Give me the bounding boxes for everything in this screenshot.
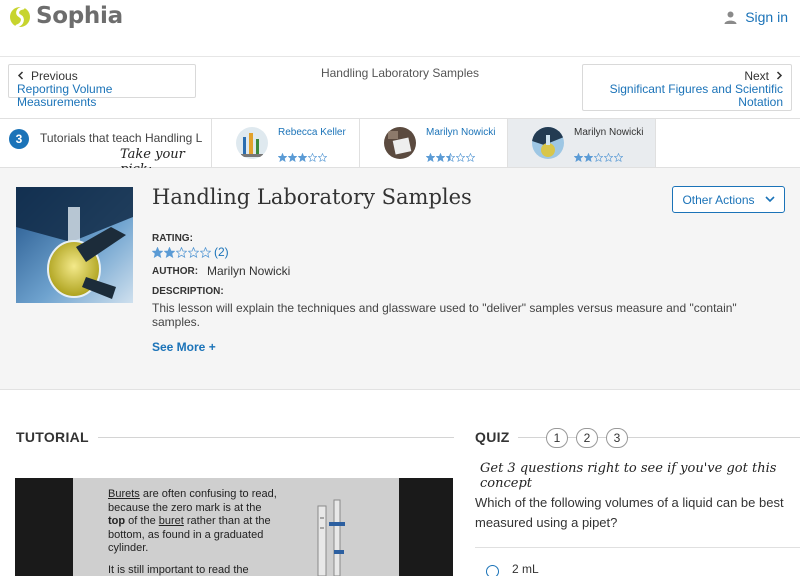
tutorial-thumbnail — [236, 127, 268, 159]
slide-word-buret: buret — [158, 515, 184, 527]
answer-radio[interactable] — [486, 565, 499, 576]
star-icon — [426, 153, 435, 162]
quiz-question: Which of the following volumes of a liqu… — [475, 495, 784, 530]
tutorial-author: Rebecca Keller — [278, 127, 346, 138]
tutorial-thumbnail — [532, 127, 564, 159]
tutorial-heading: TUTORIAL — [16, 429, 89, 445]
star-icon — [574, 153, 583, 162]
star-icon — [278, 153, 287, 162]
next-row: Next — [591, 69, 783, 83]
star-icon — [308, 153, 317, 162]
previous-title: Reporting Volume Measurements — [17, 82, 113, 109]
site-header: Sophia Sign in — [0, 0, 800, 57]
lesson-rating: (2) — [152, 245, 229, 259]
answer-text: 2 mL — [512, 562, 539, 576]
buret-illustration — [317, 499, 345, 576]
chevron-left-icon — [17, 71, 24, 80]
quiz-question-3-indicator[interactable]: 3 — [606, 428, 628, 448]
star-icon — [288, 153, 297, 162]
slide-bold-top: top — [108, 515, 126, 527]
user-icon — [724, 11, 737, 24]
star-icon — [436, 153, 445, 162]
tutorial-count-badge: 3 — [9, 129, 29, 149]
slide-text-2: of the — [125, 515, 159, 527]
quiz-hint: Get 3 questions right to see if you've g… — [480, 461, 777, 491]
star-icon — [584, 153, 593, 162]
next-tutorial-button[interactable]: Next Significant Figures and Scientific … — [582, 64, 792, 111]
lesson-image — [16, 187, 133, 303]
star-icon — [188, 246, 199, 258]
tutorial-thumbnail — [384, 127, 416, 159]
lesson-title: Handling Laboratory Samples — [152, 185, 472, 209]
previous-row: Previous — [17, 69, 187, 83]
tutorial-author: Marilyn Nowicki — [574, 127, 644, 138]
star-rating — [152, 246, 212, 258]
star-icon — [298, 153, 307, 162]
star-rating — [278, 153, 328, 162]
description-label: DESCRIPTION: — [152, 286, 224, 297]
other-actions-label: Other Actions — [682, 192, 755, 207]
star-icon — [466, 153, 475, 162]
chevron-right-icon — [776, 71, 783, 80]
previous-tutorial-button[interactable]: Previous Reporting Volume Measurements — [8, 64, 196, 109]
star-icon — [176, 246, 187, 258]
sign-in-link[interactable]: Sign in — [724, 9, 788, 25]
tutorial-video-player[interactable]: Burets are often confusing to read, beca… — [15, 478, 453, 576]
see-more-link[interactable]: See More + — [152, 340, 216, 354]
tutorial-picker-title: Tutorials that teach Handling Laboratory… — [40, 131, 202, 145]
tutorial-card-2[interactable]: Marilyn Nowicki — [360, 119, 508, 167]
tutorial-picker-intro: 3 Tutorials that teach Handling Laborato… — [0, 119, 212, 177]
star-icon — [594, 153, 603, 162]
star-icon — [614, 153, 623, 162]
next-title-line2: Notation — [738, 95, 783, 109]
tutorial-divider — [98, 437, 454, 438]
tutorial-picker-strip: 3 Tutorials that teach Handling Laborato… — [0, 118, 800, 177]
chevron-down-icon — [764, 196, 775, 203]
other-actions-button[interactable]: Other Actions — [672, 186, 785, 213]
brand-name: Sophia — [36, 3, 123, 29]
rating-label: RATING: — [152, 233, 193, 244]
quiz-heading: QUIZ — [475, 429, 510, 445]
slide-text: Burets are often confusing to read, beca… — [108, 488, 278, 576]
lesson-description: This lesson will explain the techniques … — [152, 301, 737, 329]
author-name: Marilyn Nowicki — [207, 264, 291, 278]
current-tutorial-title: Handling Laboratory Samples — [320, 66, 480, 80]
quiz-answer-option[interactable]: 2 mL — [475, 547, 800, 576]
sophia-logo-icon — [10, 3, 30, 29]
lesson-summary: Handling Laboratory Samples Other Action… — [0, 168, 800, 390]
video-slide: Burets are often confusing to read, beca… — [73, 478, 399, 576]
star-icon — [200, 246, 211, 258]
tutorial-author: Marilyn Nowicki — [426, 127, 496, 138]
slide-text-4: It is still important to read the — [108, 563, 249, 576]
tutorial-card-3-selected[interactable]: Marilyn Nowicki — [508, 119, 656, 167]
quiz-question-1-indicator[interactable]: 1 — [546, 428, 568, 448]
star-icon — [318, 153, 327, 162]
star-icon — [604, 153, 613, 162]
star-rating — [426, 153, 476, 162]
slide-word-burets: Burets — [108, 488, 140, 500]
author-label: AUTHOR: — [152, 266, 199, 277]
star-rating — [574, 153, 624, 162]
previous-label: Previous — [31, 69, 78, 83]
sophia-logo[interactable]: Sophia — [10, 3, 123, 29]
next-label: Next — [744, 69, 769, 83]
star-icon — [456, 153, 465, 162]
tutorial-card-1[interactable]: Rebecca Keller — [212, 119, 360, 167]
rating-count-link[interactable]: (2) — [214, 245, 229, 259]
star-icon — [446, 153, 455, 162]
star-icon — [164, 246, 175, 258]
sign-in-label: Sign in — [745, 9, 788, 25]
star-icon — [152, 246, 163, 258]
quiz-question-2-indicator[interactable]: 2 — [576, 428, 598, 448]
